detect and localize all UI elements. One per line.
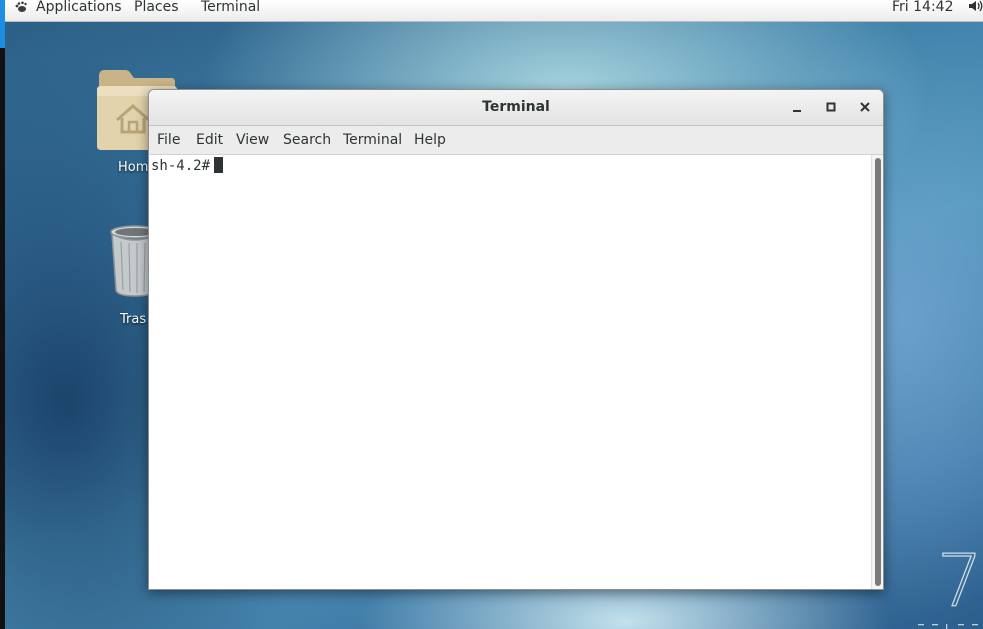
terminal-window[interactable]: Terminal File Edit View Search Terminal … (148, 89, 884, 590)
gnome-foot-icon (15, 1, 27, 12)
clock[interactable]: Fri 14:42 (892, 0, 953, 18)
top-panel: Applications Places Terminal Fri 14:42 (5, 0, 983, 22)
applications-menu[interactable]: Applications (36, 0, 122, 18)
minimize-button[interactable] (788, 98, 806, 116)
close-icon (860, 102, 870, 112)
desktop-icon-trash-label: Tras (120, 312, 147, 327)
menu-search[interactable]: Search (283, 132, 331, 148)
scrollbar-thumb[interactable] (875, 158, 881, 586)
text-cursor (214, 157, 224, 173)
prompt-line: sh-4.2# (151, 157, 224, 175)
menu-terminal[interactable]: Terminal (343, 132, 402, 148)
maximize-button[interactable] (822, 98, 840, 116)
maximize-icon (826, 102, 836, 112)
terminal-output-area[interactable]: sh-4.2# (149, 155, 871, 589)
places-menu[interactable]: Places (134, 0, 179, 18)
window-titlebar[interactable]: Terminal (149, 90, 883, 126)
menu-edit[interactable]: Edit (196, 132, 223, 148)
menu-bar: File Edit View Search Terminal Help (149, 126, 883, 155)
speaker-icon[interactable] (968, 0, 983, 14)
close-button[interactable] (856, 98, 874, 116)
menu-file[interactable]: File (157, 132, 180, 148)
centos-logo: 7 (918, 540, 983, 629)
desktop-icon-home-label: Hom (118, 160, 149, 175)
scrollbar[interactable] (871, 155, 883, 589)
active-app-menu[interactable]: Terminal (201, 0, 260, 18)
menu-help[interactable]: Help (414, 132, 446, 148)
shell-prompt: sh-4.2# (151, 158, 211, 174)
menu-view[interactable]: View (236, 132, 269, 148)
logo-seven: 7 (937, 540, 983, 623)
window-title: Terminal (482, 99, 550, 115)
minimize-icon (793, 110, 801, 112)
